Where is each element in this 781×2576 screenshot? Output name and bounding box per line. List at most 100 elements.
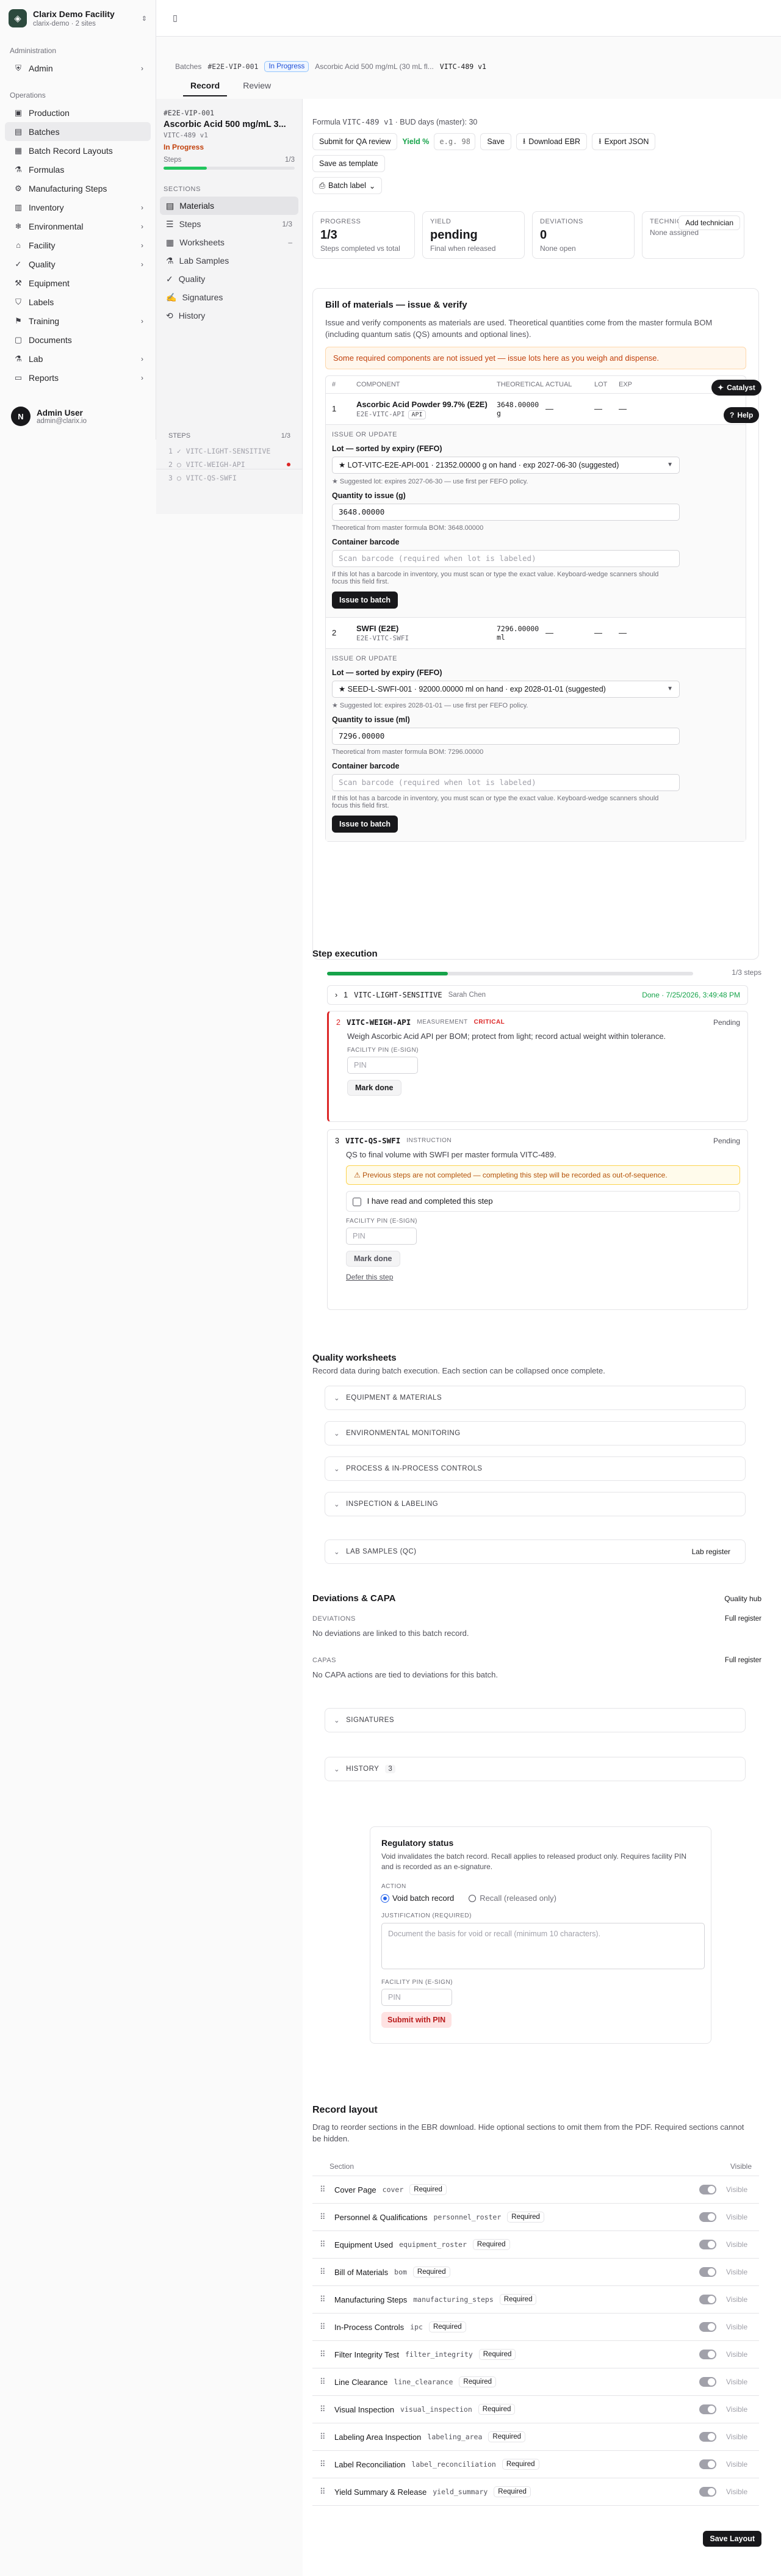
worksheet-environmental[interactable]: ⌄ ENVIRONMENTAL MONITORING — [325, 1421, 746, 1445]
quality-hub-link[interactable]: Quality hub — [724, 1594, 761, 1603]
visibility-toggle[interactable] — [699, 2459, 716, 2469]
sidebar-item-lab[interactable]: ⚗ Lab › — [5, 349, 151, 368]
catalyst-button[interactable]: ✦ Catalyst — [711, 380, 761, 396]
export-json-button[interactable]: ⭳ Export JSON — [592, 133, 656, 150]
sidebar-item-batch-record-layouts[interactable]: ▦ Batch Record Layouts — [5, 141, 151, 160]
panel-section-history[interactable]: ⟲ History — [160, 306, 298, 325]
history-section[interactable]: ⌄ HISTORY 3 — [325, 1757, 746, 1781]
submit-pin-button[interactable]: Submit with PIN — [381, 2011, 452, 2028]
worksheet-equipment[interactable]: ⌄ EQUIPMENT & MATERIALS — [325, 1386, 746, 1410]
visibility-toggle[interactable] — [699, 2432, 716, 2442]
worksheet-inspection[interactable]: ⌄ INSPECTION & LABELING — [325, 1492, 746, 1516]
barcode-input[interactable]: Scan barcode (required when lot is label… — [332, 549, 680, 567]
layout-row-labeling_area[interactable]: ⠿ Labeling Area Inspection labeling_area Re… — [312, 2423, 759, 2451]
worksheet-process[interactable]: ⌄ PROCESS & IN-PROCESS CONTROLS — [325, 1456, 746, 1481]
drag-handle-icon[interactable]: ⠿ — [320, 2267, 328, 2277]
recall-radio[interactable]: Recall (released only) — [469, 1894, 556, 1903]
user-menu[interactable]: N Admin User admin@clarix.io — [5, 401, 151, 432]
drag-handle-icon[interactable]: ⠿ — [320, 2185, 328, 2194]
justification-input[interactable]: Document the basis for void or recall (m… — [381, 1922, 705, 1969]
visibility-toggle[interactable] — [699, 2240, 716, 2249]
help-button[interactable]: ? Help — [724, 407, 760, 423]
save-template-button[interactable]: Save as template — [312, 155, 385, 172]
sidebar-item-batches[interactable]: ▤ Batches — [5, 122, 151, 141]
confirm-row[interactable]: I have read and completed this step — [346, 1191, 740, 1212]
sidebar-item-admin[interactable]: ⛨ Admin › — [5, 59, 151, 78]
sidebar-item-inventory[interactable]: ▥ Inventory › — [5, 198, 151, 217]
layout-row-line_clearance[interactable]: ⠿ Line Clearance line_clearance Required Vis… — [312, 2368, 759, 2396]
visibility-toggle[interactable] — [699, 2185, 716, 2194]
submit-qa-button[interactable]: Submit for QA review — [312, 133, 398, 150]
sidebar-item-production[interactable]: ▣ Production — [5, 103, 151, 122]
sidebar-item-environmental[interactable]: ❄ Environmental › — [5, 217, 151, 236]
lot-select[interactable]: ★ LOT-VITC-E2E-API-001 · 21352.00000 g o… — [332, 456, 680, 474]
sidebar-item-formulas[interactable]: ⚗ Formulas — [5, 160, 151, 179]
sidebar-item-labels[interactable]: ⛉ Labels — [5, 292, 151, 311]
quantity-input[interactable]: 3648.00000 — [332, 503, 680, 521]
visibility-toggle[interactable] — [699, 2212, 716, 2222]
drag-handle-icon[interactable]: ⠿ — [320, 2459, 328, 2469]
barcode-input[interactable]: Scan barcode (required when lot is label… — [332, 773, 680, 791]
mini-step-3[interactable]: 3 ○ VITC-QS-SWFI — [161, 471, 298, 485]
sidebar-item-manufacturing-steps[interactable]: ⚙ Manufacturing Steps — [5, 179, 151, 198]
add-technician-button[interactable]: Add technician — [678, 215, 740, 230]
mini-step-2[interactable]: 2 ○ VITC-WEIGH-API — [161, 458, 298, 471]
pin-input[interactable]: PIN — [347, 1057, 418, 1074]
drag-handle-icon[interactable]: ⠿ — [320, 2404, 328, 2414]
confirm-checkbox[interactable] — [353, 1197, 361, 1206]
mark-done-button[interactable]: Mark done — [347, 1080, 401, 1096]
layout-row-cover[interactable]: ⠿ Cover Page cover Required Visible — [312, 2176, 759, 2204]
layout-row-equipment_roster[interactable]: ⠿ Equipment Used equipment_roster Required V… — [312, 2231, 759, 2259]
batch-label-button[interactable]: ⎙ Batch label ⌄ — [312, 177, 383, 194]
drag-handle-icon[interactable]: ⠿ — [320, 2487, 328, 2497]
drag-handle-icon[interactable]: ⠿ — [320, 2432, 328, 2442]
panel-section-signatures[interactable]: ✍ Signatures — [160, 288, 298, 306]
layout-row-visual_inspection[interactable]: ⠿ Visual Inspection visual_inspection Requi… — [312, 2396, 759, 2423]
signatures-section[interactable]: ⌄ SIGNATURES — [325, 1708, 746, 1732]
layout-row-bom[interactable]: ⠿ Bill of Materials bom Required Visible — [312, 2259, 759, 2286]
panel-section-steps[interactable]: ☰ Steps 1/3 — [160, 215, 298, 233]
drag-handle-icon[interactable]: ⠿ — [320, 2322, 328, 2332]
lot-select[interactable]: ★ SEED-L-SWFI-001 · 92000.00000 ml on ha… — [332, 680, 680, 698]
drag-handle-icon[interactable]: ⠿ — [320, 2240, 328, 2249]
layout-row-manufacturing_steps[interactable]: ⠿ Manufacturing Steps manufacturing_steps R… — [312, 2286, 759, 2314]
visibility-toggle[interactable] — [699, 2267, 716, 2277]
download-ebr-button[interactable]: ⭳ Download EBR — [516, 133, 588, 150]
lab-samples-section[interactable]: ⌄ LAB SAMPLES (QC) Lab register — [325, 1539, 746, 1564]
drag-handle-icon[interactable]: ⠿ — [320, 2350, 328, 2359]
org-switcher[interactable]: ◈ Clarix Demo Facility clarix-demo · 2 s… — [0, 0, 156, 37]
layout-row-personnel_roster[interactable]: ⠿ Personnel & Qualifications personnel_ros… — [312, 2204, 759, 2231]
sidebar-item-equipment[interactable]: ⚒ Equipment — [5, 273, 151, 292]
tab-record[interactable]: Record — [183, 76, 228, 96]
yield-input[interactable] — [434, 133, 476, 150]
visibility-toggle[interactable] — [699, 2295, 716, 2304]
void-radio[interactable]: Void batch record — [381, 1894, 454, 1903]
sidebar-item-quality[interactable]: ✓ Quality › — [5, 255, 151, 273]
drag-handle-icon[interactable]: ⠿ — [320, 2377, 328, 2387]
layout-row-filter_integrity[interactable]: ⠿ Filter Integrity Test filter_integrity Re… — [312, 2341, 759, 2368]
layout-row-ipc[interactable]: ⠿ In-Process Controls ipc Required Visible — [312, 2314, 759, 2341]
panel-section-worksheets[interactable]: ▦ Worksheets – — [160, 233, 298, 251]
panel-section-materials[interactable]: ▤ Materials — [160, 197, 298, 215]
issue-to-batch-button[interactable]: Issue to batch — [332, 591, 398, 609]
layout-row-label_reconciliation[interactable]: ⠿ Label Reconciliation label_reconciliatio… — [312, 2451, 759, 2478]
visibility-toggle[interactable] — [699, 2404, 716, 2414]
sidebar-item-facility[interactable]: ⌂ Facility › — [5, 236, 151, 255]
visibility-toggle[interactable] — [699, 2350, 716, 2359]
quantity-input[interactable]: 7296.00000 — [332, 727, 680, 745]
deviations-register-link[interactable]: Full register — [725, 1615, 761, 1623]
panel-section-quality[interactable]: ✓ Quality — [160, 270, 298, 288]
sidebar-item-training[interactable]: ⚑ Training › — [5, 311, 151, 330]
save-button[interactable]: Save — [480, 133, 511, 150]
panel-section-lab-samples[interactable]: ⚗ Lab Samples — [160, 251, 298, 270]
pin-input[interactable]: PIN — [346, 1227, 417, 1245]
breadcrumb-batches[interactable]: Batches — [175, 62, 201, 71]
mark-done-button[interactable]: Mark done — [346, 1250, 400, 1267]
visibility-toggle[interactable] — [699, 2322, 716, 2332]
layout-row-yield_summary[interactable]: ⠿ Yield Summary & Release yield_summary Req… — [312, 2478, 759, 2506]
issue-to-batch-button[interactable]: Issue to batch — [332, 815, 398, 833]
step-card-1[interactable]: › 1 VITC-LIGHT-SENSITIVE Sarah Chen Done… — [327, 985, 748, 1005]
visibility-toggle[interactable] — [699, 2487, 716, 2497]
drag-handle-icon[interactable]: ⠿ — [320, 2212, 328, 2222]
drag-handle-icon[interactable]: ⠿ — [320, 2295, 328, 2304]
